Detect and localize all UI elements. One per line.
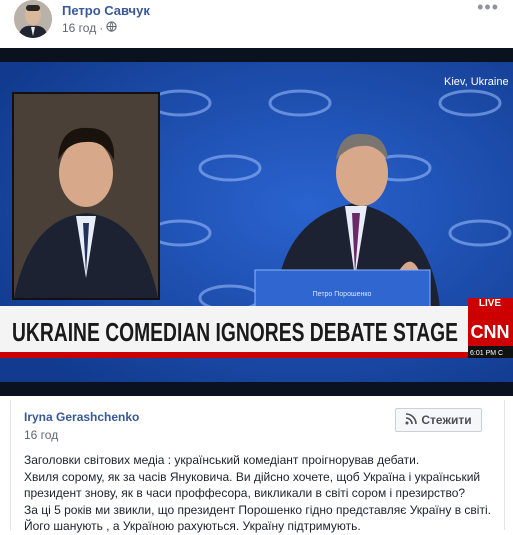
text-line: президент знову, як в часи проффесора, в… <box>24 486 466 500</box>
text-line: За ці 5 років ми звикли, що президент По… <box>24 502 491 517</box>
shared-post-text: Заголовки світових медіа : український к… <box>24 452 494 535</box>
tv-screenshot: Kiev, Ukraine Петро Порошенко UKRAINE CO… <box>0 48 513 396</box>
author-avatar[interactable] <box>14 0 52 38</box>
post-header: Петро Савчук 16 год · ••• <box>0 0 513 48</box>
shared-timestamp[interactable]: 16 год <box>24 428 58 442</box>
live-label: LIVE <box>479 298 502 309</box>
follow-button[interactable]: Стежити <box>395 408 482 432</box>
post-meta: 16 год · <box>62 21 117 35</box>
post-photo[interactable]: Kiev, Ukraine Петро Порошенко UKRAINE CO… <box>0 48 513 396</box>
post-author-name[interactable]: Петро Савчук <box>62 3 150 18</box>
chyron-headline: UKRAINE COMEDIAN IGNORES DEBATE STAGE <box>12 317 458 347</box>
dot-separator: · <box>99 21 104 35</box>
more-dots-icon[interactable]: ••• <box>477 0 499 18</box>
text-line: Хвиля сорому, як за часів Януковича. Ви … <box>24 469 481 484</box>
follow-label: Стежити <box>421 413 472 427</box>
podium-nameplate: Петро Порошенко <box>313 291 372 298</box>
shared-author-name[interactable]: Iryna Gerashchenko <box>24 410 139 424</box>
shared-post: Iryna Gerashchenko 16 год Стежити Заголо… <box>0 396 513 533</box>
rss-icon <box>405 412 418 428</box>
text-line: Заголовки світових медіа : український к… <box>24 453 420 467</box>
broadcast-clock: 6:01 PM C <box>470 350 503 357</box>
cnn-logo: CNN <box>471 322 510 342</box>
location-caption: Kiev, Ukraine <box>444 76 509 88</box>
post-timestamp[interactable]: 16 год <box>62 21 96 35</box>
globe-icon[interactable] <box>106 21 117 35</box>
text-line: Його шанують , а Україною рахуються. Укр… <box>24 519 361 533</box>
